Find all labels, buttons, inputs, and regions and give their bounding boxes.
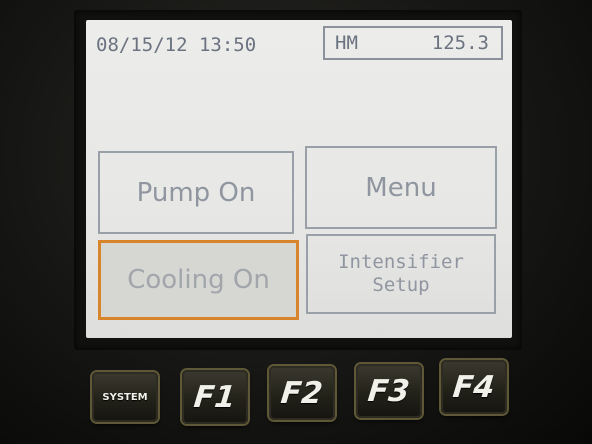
f3-key-label: F3	[366, 373, 412, 409]
intensifier-label-line2: Setup	[372, 274, 430, 296]
f1-key-label: F1	[192, 379, 238, 415]
system-key-label: SYSTEM	[102, 391, 148, 403]
intensifier-setup-label: Intensifier Setup	[338, 251, 464, 297]
intensifier-setup-button[interactable]: Intensifier Setup	[306, 234, 496, 314]
function-key-row: SYSTEM F1 F2 F3 F4	[92, 356, 512, 426]
f2-key-label: F2	[279, 375, 325, 411]
hm-readout: HM 125.3	[323, 26, 503, 60]
intensifier-label-line1: Intensifier	[338, 251, 464, 273]
menu-button[interactable]: Menu	[305, 146, 497, 229]
f1-key[interactable]: F1	[182, 370, 248, 424]
f3-key[interactable]: F3	[356, 364, 422, 418]
pump-on-label: Pump On	[136, 177, 256, 208]
system-key[interactable]: SYSTEM	[92, 372, 158, 422]
cooling-on-button[interactable]: Cooling On	[98, 240, 299, 320]
hmi-panel: 08/15/12 13:50 HM 125.3 Pump On Menu Coo…	[0, 0, 592, 444]
date-time-display: 08/15/12 13:50	[96, 34, 257, 56]
menu-label: Menu	[365, 172, 437, 203]
f4-key[interactable]: F4	[441, 360, 507, 414]
f4-key-label: F4	[451, 369, 497, 405]
f2-key[interactable]: F2	[269, 366, 335, 420]
touch-screen: 08/15/12 13:50 HM 125.3 Pump On Menu Coo…	[86, 20, 512, 338]
hm-label: HM	[335, 32, 358, 54]
hm-value: 125.3	[431, 32, 489, 54]
pump-on-button[interactable]: Pump On	[98, 151, 294, 234]
cooling-on-label: Cooling On	[127, 265, 270, 295]
